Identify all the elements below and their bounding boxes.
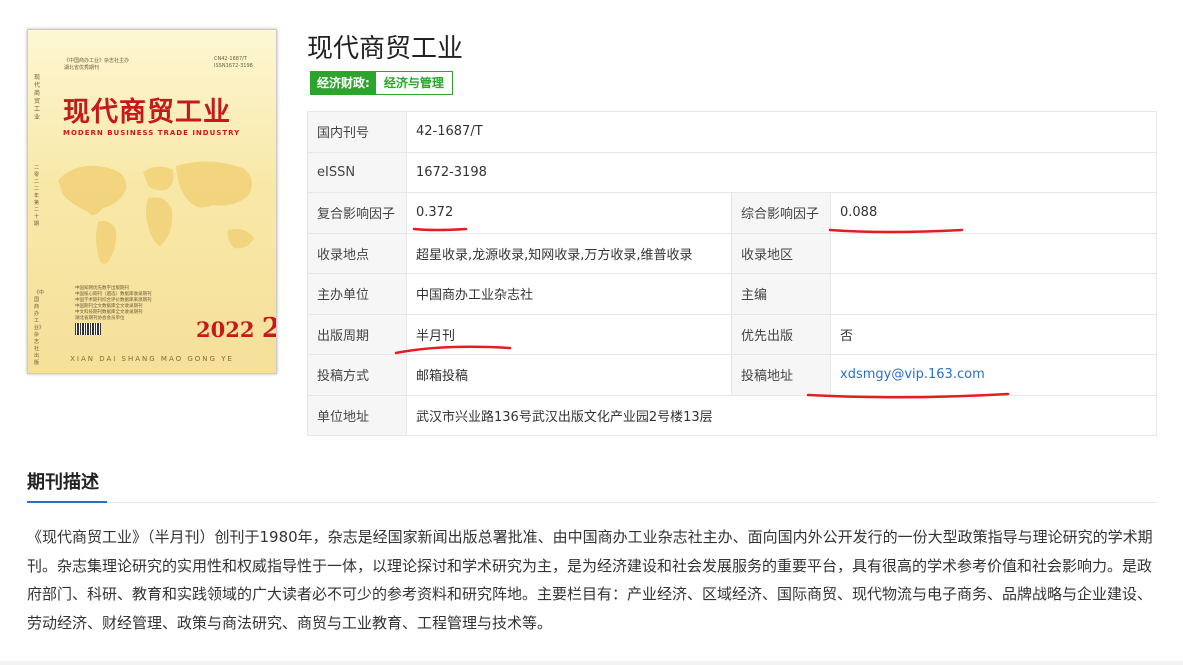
label-submission-method: 投稿方式 xyxy=(307,354,407,396)
label-editor-in-chief: 主编 xyxy=(731,273,831,315)
cover-cn-number: CN42-1687/T xyxy=(214,56,247,62)
label-domestic-number: 国内刊号 xyxy=(307,111,407,153)
description-text: 《现代商贸工业》（半月刊）创刊于1980年，杂志是经国家新闻出版总署批准、由中国… xyxy=(27,528,1153,632)
label-indexed-in: 收录地点 xyxy=(307,232,407,274)
tag-subcategory[interactable]: 经济与管理 xyxy=(375,72,452,94)
table-row: 国内刊号 42-1687/T xyxy=(307,111,1157,153)
cover-issue: 20 xyxy=(262,313,276,344)
label-composite-impact: 复合影响因子 xyxy=(307,192,407,234)
submission-email-cell: xdsmgy@vip.163.com xyxy=(830,354,1157,396)
cover-barcode xyxy=(75,323,101,335)
value-publication-cycle: 半月刊 xyxy=(406,313,732,355)
table-row: 收录地点 超星收录,龙源收录,知网收录,万方收录,维普收录 收录地区 xyxy=(307,232,1157,274)
table-row: eISSN 1672-3198 xyxy=(307,151,1157,193)
cover-year: 2022 xyxy=(196,317,255,342)
tag-category[interactable]: 经济财政: xyxy=(311,72,376,94)
cover-award-line: 湖北省优秀期刊 xyxy=(64,65,100,71)
value-unit-address: 武汉市兴业路136号武汉出版文化产业园2号楼13层 xyxy=(406,394,1157,436)
world-map-graphic xyxy=(58,161,254,264)
description-heading: 期刊描述 xyxy=(27,472,99,493)
cover-side-text: 现代商贸工业 xyxy=(34,74,41,121)
label-comprehensive-impact: 综合影响因子 xyxy=(731,192,831,234)
label-eissn: eISSN xyxy=(307,151,407,193)
cover-issue-number: 2022 20 xyxy=(196,313,276,344)
label-unit-address: 单位地址 xyxy=(307,394,407,436)
label-sponsor: 主办单位 xyxy=(307,273,407,315)
journal-title: 现代商贸工业 xyxy=(307,34,464,64)
label-submission-address: 投稿地址 xyxy=(731,354,831,396)
value-sponsor: 中国商办工业杂志社 xyxy=(406,273,732,315)
description-heading-underline xyxy=(27,501,107,503)
value-comprehensive-impact: 0.088 xyxy=(830,192,1157,234)
table-row: 复合影响因子 0.372 综合影响因子 0.088 xyxy=(307,192,1157,234)
value-indexed-region xyxy=(830,232,1157,274)
value-composite-impact: 0.372 xyxy=(406,192,732,234)
journal-cover-image: 《中国商办工业》杂志社主办 湖北省优秀期刊 CN42-1687/T ISSN16… xyxy=(27,29,277,374)
cover-pinyin-title: XIAN DAI SHANG MAO GONG YE xyxy=(70,355,234,363)
description-divider xyxy=(27,502,1157,503)
table-row: 主办单位 中国商办工业杂志社 主编 xyxy=(307,273,1157,315)
cover-english-title: MODERN BUSINESS TRADE INDUSTRY xyxy=(63,129,241,137)
table-row: 单位地址 武汉市兴业路136号武汉出版文化产业园2号楼13层 xyxy=(307,394,1157,436)
value-eissn: 1672-3198 xyxy=(406,151,1157,193)
label-indexed-region: 收录地区 xyxy=(731,232,831,274)
cover-issn-number: ISSN1672-3198 xyxy=(214,63,253,69)
cover-title: 现代商贸工业 xyxy=(63,97,231,128)
value-submission-method: 邮箱投稿 xyxy=(406,354,732,396)
journal-page: 《中国商办工业》杂志社主办 湖北省优秀期刊 CN42-1687/T ISSN16… xyxy=(0,0,1183,661)
submission-email-link[interactable]: xdsmgy@vip.163.com xyxy=(840,367,985,382)
table-row: 出版周期 半月刊 优先出版 否 xyxy=(307,313,1157,355)
cover-index-line: 湖北省期刊协会会员单位 xyxy=(75,316,125,321)
value-priority-publishing: 否 xyxy=(830,313,1157,355)
label-publication-cycle: 出版周期 xyxy=(307,313,407,355)
label-priority-publishing: 优先出版 xyxy=(731,313,831,355)
cover-side-issue: 二零二二年第二十期 xyxy=(34,165,40,227)
cover-index-list: 中国知网优先数字出版期刊 中国核心期刊（遴选）数据库收录期刊 中国学术期刊综合评… xyxy=(75,285,185,321)
category-tag[interactable]: 经济财政: 经济与管理 xyxy=(310,71,453,95)
value-editor-in-chief xyxy=(830,273,1157,315)
journal-info-table: 国内刊号 42-1687/T eISSN 1672-3198 复合影响因子 0.… xyxy=(307,111,1157,436)
cover-publisher-line: 《中国商办工业》杂志社主办 xyxy=(64,58,130,64)
table-row: 投稿方式 邮箱投稿 投稿地址 xdsmgy@vip.163.com xyxy=(307,354,1157,396)
value-domestic-number: 42-1687/T xyxy=(406,111,1157,153)
value-indexed-in: 超星收录,龙源收录,知网收录,万方收录,维普收录 xyxy=(406,232,732,274)
